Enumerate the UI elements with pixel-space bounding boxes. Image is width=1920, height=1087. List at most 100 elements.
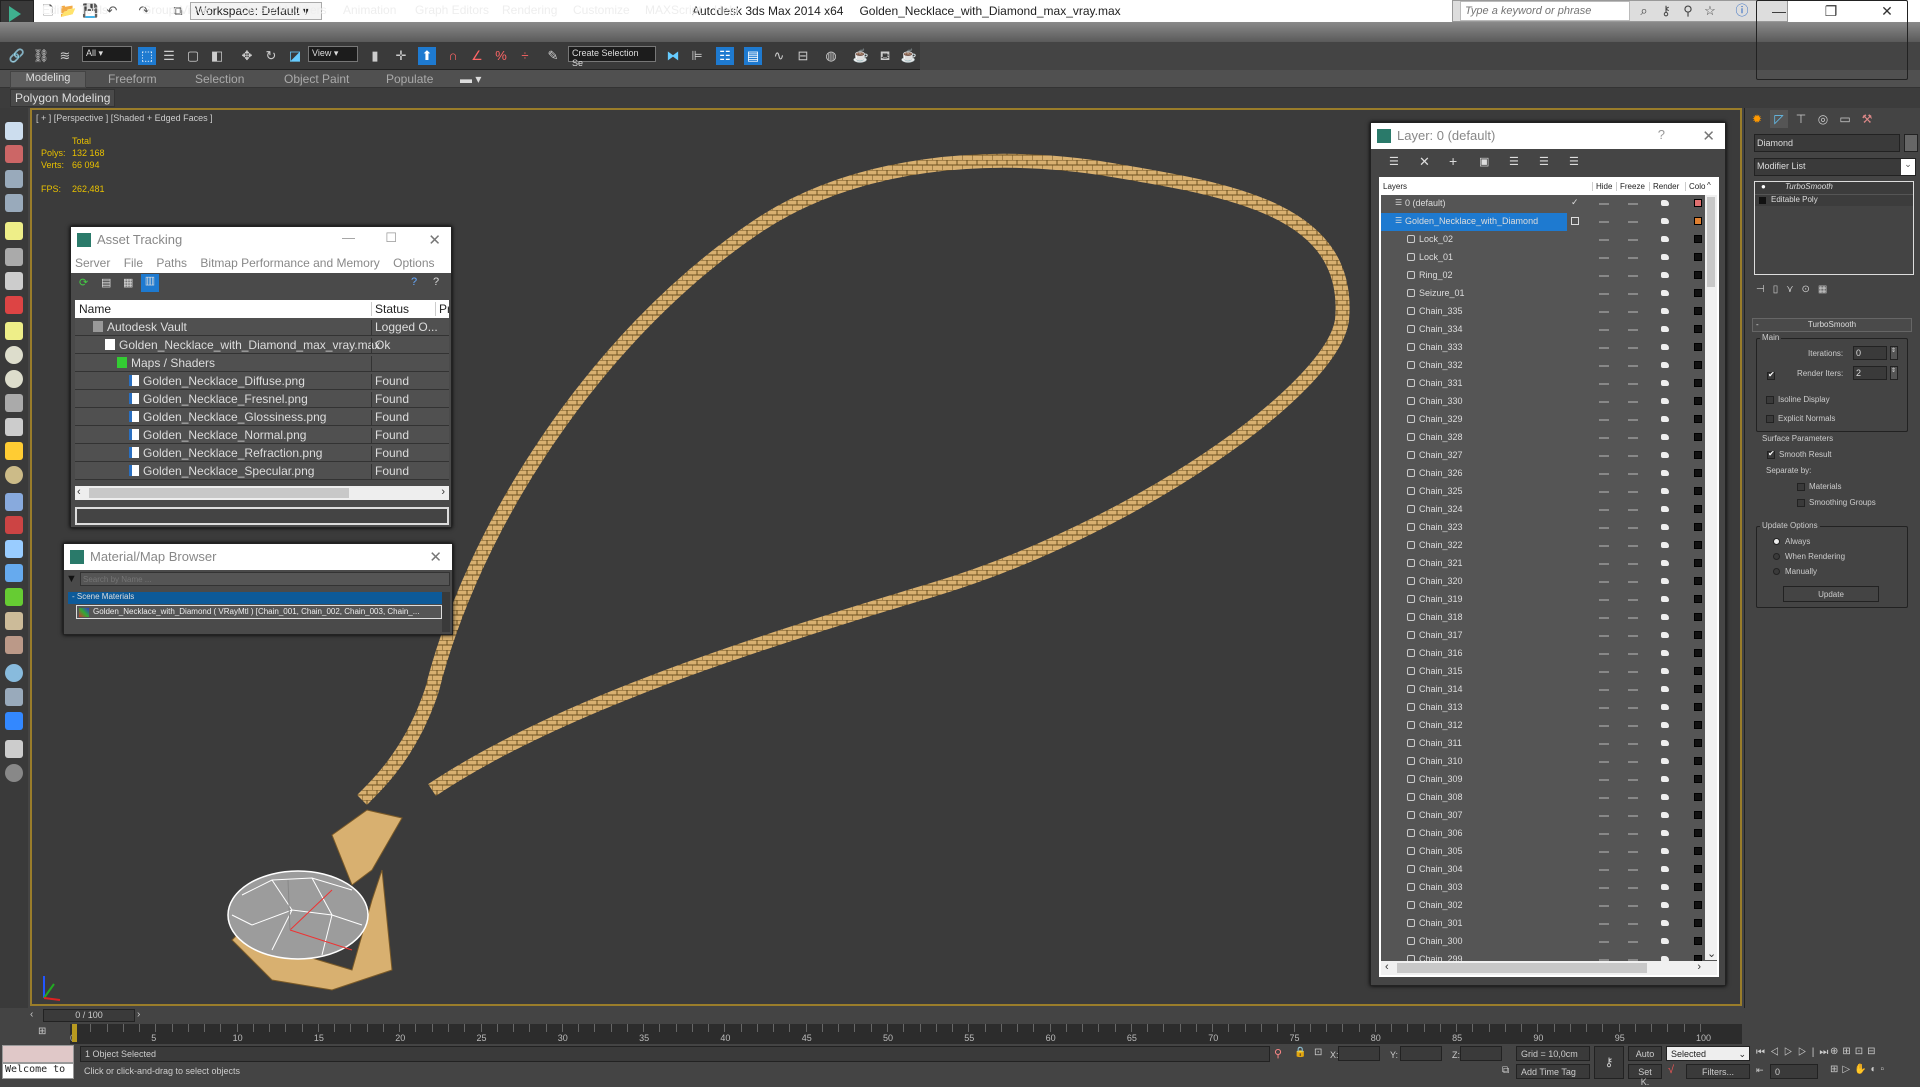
satellite-icon[interactable]: ⚲ — [1680, 3, 1696, 19]
named-selection-dropdown[interactable]: Create Selection Se — [568, 46, 656, 68]
scroll-thumb[interactable] — [1397, 963, 1647, 973]
render-toggle-icon[interactable] — [1661, 344, 1669, 350]
close-icon[interactable]: ✕ — [428, 231, 441, 249]
object-row[interactable]: Ring_02 — [1381, 267, 1705, 285]
asset-row[interactable]: Maps / Shaders — [75, 354, 449, 372]
asset-row[interactable]: Golden_Necklace_Glossiness.png Found — [75, 408, 449, 426]
modify-tab-icon[interactable]: ◸ — [1770, 110, 1788, 128]
hide-toggle[interactable] — [1599, 761, 1609, 763]
object-row[interactable]: Chain_324 — [1381, 501, 1705, 519]
freeze-toggle[interactable] — [1628, 365, 1638, 367]
angle-snap-icon[interactable]: ∠ — [468, 47, 486, 65]
key-mode-toggle-icon[interactable]: ⇤ — [1756, 1065, 1764, 1076]
object-color-swatch[interactable] — [1694, 559, 1702, 567]
time-slider[interactable]: 0 / 100 — [43, 1009, 135, 1022]
sphere-icon[interactable] — [5, 370, 23, 388]
mirror-icon[interactable]: ⧓ — [664, 47, 682, 65]
import-icon[interactable] — [5, 740, 23, 758]
hide-toggle[interactable] — [1599, 617, 1609, 619]
hierarchy-tab-icon[interactable]: ⊤ — [1792, 110, 1810, 128]
explicit-normals-checkbox[interactable] — [1766, 415, 1774, 423]
object-row[interactable]: Chain_323 — [1381, 519, 1705, 537]
object-color-swatch[interactable] — [1694, 847, 1702, 855]
freeze-toggle[interactable] — [1628, 941, 1638, 943]
hide-toggle[interactable] — [1599, 383, 1609, 385]
plane-icon[interactable] — [5, 322, 23, 340]
selection-filter-dropdown[interactable]: All ▾ — [82, 46, 132, 62]
video-post-icon[interactable] — [5, 296, 23, 314]
key-mode-icon[interactable]: √ — [1668, 1064, 1674, 1076]
display-tab-icon[interactable]: ▭ — [1836, 110, 1854, 128]
object-color-swatch[interactable] — [1694, 271, 1702, 279]
hide-toggle[interactable] — [1599, 743, 1609, 745]
maxscript-listener-output[interactable] — [2, 1045, 74, 1063]
render-toggle-icon[interactable] — [1661, 290, 1669, 296]
render-toggle-icon[interactable] — [1661, 740, 1669, 746]
hide-toggle[interactable] — [1599, 797, 1609, 799]
render-toggle-icon[interactable] — [1661, 812, 1669, 818]
object-row[interactable]: Chain_315 — [1381, 663, 1705, 681]
render-toggle-icon[interactable] — [1661, 524, 1669, 530]
geosphere-icon[interactable] — [5, 466, 23, 484]
object-color-swatch[interactable] — [1694, 757, 1702, 765]
render-toggle-icon[interactable] — [1661, 362, 1669, 368]
hide-toggle[interactable] — [1599, 491, 1609, 493]
cone-icon[interactable] — [5, 418, 23, 436]
mini-curve-editor-icon[interactable]: ⊞ — [38, 1026, 56, 1042]
iterations-spinner[interactable] — [1853, 346, 1887, 360]
current-layer-check-icon[interactable]: ✓ — [1571, 197, 1579, 208]
lightbulb-icon[interactable]: ● — [1761, 182, 1766, 191]
ribbon-tab-populate[interactable]: Populate — [386, 72, 433, 86]
smoothing-groups-checkbox[interactable] — [1797, 499, 1805, 507]
object-row[interactable]: Chain_319 — [1381, 591, 1705, 609]
current-frame-field[interactable] — [1770, 1064, 1818, 1079]
menu-bitmap-performance[interactable]: Bitmap Performance and Memory — [200, 256, 379, 270]
spinner-snap-icon[interactable]: ÷ — [516, 47, 534, 65]
render-toggle-icon[interactable] — [1661, 866, 1669, 872]
render-setup-icon[interactable] — [5, 170, 23, 188]
object-row[interactable]: Chain_333 — [1381, 339, 1705, 357]
asset-row[interactable]: Autodesk Vault Logged O... — [75, 318, 449, 336]
render-toggle-icon[interactable] — [1661, 848, 1669, 854]
object-color-swatch[interactable] — [1694, 919, 1702, 927]
playback-controls[interactable]: ⏮◁▷▷|⏭ — [1756, 1047, 1833, 1058]
select-color-icon[interactable] — [5, 712, 23, 730]
render-toggle-icon[interactable] — [1661, 722, 1669, 728]
object-row[interactable]: Chain_326 — [1381, 465, 1705, 483]
object-row[interactable]: Chain_301 — [1381, 915, 1705, 933]
object-row[interactable]: Chain_300 — [1381, 933, 1705, 951]
freeze-toggle[interactable] — [1628, 437, 1638, 439]
hide-toggle[interactable] — [1599, 545, 1609, 547]
freeze-toggle[interactable] — [1628, 599, 1638, 601]
rect-selection-icon[interactable]: ▢ — [184, 47, 202, 65]
object-row[interactable]: Chain_334 — [1381, 321, 1705, 339]
hide-toggle[interactable] — [1599, 257, 1609, 259]
keyboard-shortcut-toggle-icon[interactable]: ⬆ — [418, 47, 436, 65]
render-toggle-icon[interactable] — [1661, 416, 1669, 422]
object-row[interactable]: Chain_311 — [1381, 735, 1705, 753]
object-row[interactable]: Chain_308 — [1381, 789, 1705, 807]
menu-modifiers[interactable]: Modifiers — [278, 3, 327, 17]
freeze-toggle[interactable] — [1628, 581, 1638, 583]
freeze-toggle[interactable] — [1628, 491, 1638, 493]
create-tab-icon[interactable]: ✹ — [1748, 110, 1766, 128]
hide-toggle[interactable] — [1599, 329, 1609, 331]
asset-row[interactable]: Golden_Necklace_Specular.png Found — [75, 462, 449, 480]
object-name-field[interactable] — [1754, 134, 1900, 152]
snaps-toggle-icon[interactable]: ∩ — [444, 47, 462, 65]
column-freeze[interactable]: Freeze — [1616, 182, 1645, 191]
particle-grid-icon[interactable] — [5, 493, 23, 511]
horizontal-scrollbar[interactable]: ‹ › — [1381, 961, 1717, 975]
hide-toggle[interactable] — [1599, 851, 1609, 853]
render-toggle-icon[interactable] — [1661, 380, 1669, 386]
object-color-swatch[interactable] — [1694, 235, 1702, 243]
thumbnail-view-icon[interactable]: ▦ — [123, 276, 133, 289]
menu-create[interactable]: Create — [240, 3, 276, 17]
object-row[interactable]: Chain_321 — [1381, 555, 1705, 573]
freeze-toggle[interactable] — [1628, 329, 1638, 331]
object-color-swatch[interactable] — [1694, 883, 1702, 891]
maximize-icon[interactable]: ☐ — [385, 230, 397, 246]
freeze-toggle[interactable] — [1628, 851, 1638, 853]
render-toggle-icon[interactable] — [1661, 470, 1669, 476]
expand-icon[interactable] — [1759, 197, 1766, 204]
